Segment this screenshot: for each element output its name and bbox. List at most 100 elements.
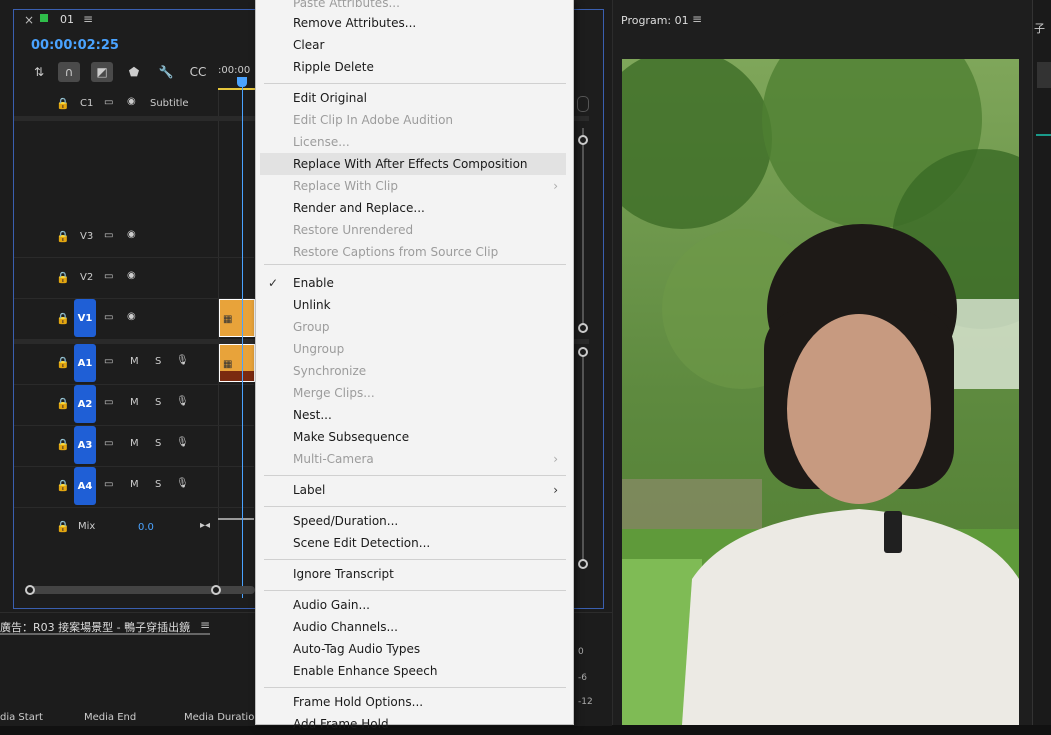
subtitle-scrollbar[interactable] xyxy=(577,96,589,112)
menu-item-ripple-delete[interactable]: Ripple Delete xyxy=(260,56,566,78)
captions-icon[interactable]: CC xyxy=(187,62,209,82)
microphone-icon[interactable]: 🎙 xyxy=(176,478,189,489)
menu-item-make-subsequence[interactable]: Make Subsequence xyxy=(260,426,566,448)
scroll-handle-top[interactable] xyxy=(578,347,588,357)
playhead-line[interactable] xyxy=(242,78,243,598)
menu-item-replace-with-after-effects-composition[interactable]: Replace With After Effects Composition xyxy=(260,153,566,175)
menu-item-auto-tag-audio-types[interactable]: Auto-Tag Audio Types xyxy=(260,638,566,660)
sequence-tab-name[interactable]: 01 xyxy=(60,13,74,26)
video-vertical-scrollbar[interactable] xyxy=(582,128,584,333)
solo-button[interactable]: S xyxy=(155,438,161,449)
menu-item-merge-clips[interactable]: Merge Clips... xyxy=(260,382,566,404)
lock-icon[interactable]: 🔒 xyxy=(56,479,70,492)
eye-icon[interactable]: ◉ xyxy=(127,311,136,322)
sync-lock-icon[interactable]: ▭ xyxy=(104,271,113,282)
sync-lock-icon[interactable]: ▭ xyxy=(104,312,113,323)
lock-icon[interactable]: 🔒 xyxy=(56,97,70,110)
column-header-media-end[interactable]: Media End xyxy=(84,712,136,723)
scroll-handle-top[interactable] xyxy=(578,135,588,145)
sync-lock-icon[interactable]: ▭ xyxy=(104,97,113,108)
track-target-a3[interactable]: A3 xyxy=(74,426,96,464)
column-header-media-duration[interactable]: Media Duration xyxy=(184,712,261,723)
eye-icon[interactable]: ◉ xyxy=(127,229,136,240)
audio-clip[interactable]: ▦ xyxy=(219,344,255,382)
audio-vertical-scrollbar[interactable] xyxy=(582,350,584,565)
menu-item-enable-enhance-speech[interactable]: Enable Enhance Speech xyxy=(260,660,566,682)
lock-icon[interactable]: 🔒 xyxy=(56,230,70,243)
menu-item-audio-channels[interactable]: Audio Channels... xyxy=(260,616,566,638)
menu-item-nest[interactable]: Nest... xyxy=(260,404,566,426)
insert-nest-icon[interactable]: ⇅ xyxy=(28,62,50,82)
right-panel-label[interactable]: 子 xyxy=(1034,20,1045,36)
zoom-handle-left[interactable] xyxy=(25,585,35,595)
work-area-bar[interactable] xyxy=(218,88,258,90)
panel-menu-icon[interactable]: ≡ xyxy=(83,12,93,26)
menu-item-synchronize[interactable]: Synchronize xyxy=(260,360,566,382)
close-tab-icon[interactable]: × xyxy=(24,13,34,27)
snap-icon[interactable]: ∩ xyxy=(58,62,80,82)
video-clip[interactable]: ▦ xyxy=(219,299,255,337)
add-marker-icon[interactable]: ⬟ xyxy=(123,62,145,82)
microphone-icon[interactable]: 🎙 xyxy=(176,437,189,448)
sync-lock-icon[interactable]: ▭ xyxy=(104,356,113,367)
mute-button[interactable]: M xyxy=(130,397,139,408)
menu-item-scene-edit-detection[interactable]: Scene Edit Detection... xyxy=(260,532,566,554)
go-to-end-icon[interactable]: ▸◂ xyxy=(200,520,210,531)
scroll-handle-bottom[interactable] xyxy=(578,323,588,333)
menu-item-ignore-transcript[interactable]: Ignore Transcript xyxy=(260,563,566,585)
solo-button[interactable]: S xyxy=(155,397,161,408)
mute-button[interactable]: M xyxy=(130,438,139,449)
track-target-a2[interactable]: A2 xyxy=(74,385,96,423)
panel-menu-icon[interactable]: ≡ xyxy=(200,618,210,632)
menu-item-edit-clip-in-adobe-audition[interactable]: Edit Clip In Adobe Audition xyxy=(260,109,566,131)
track-target-v1[interactable]: V1 xyxy=(74,299,96,337)
menu-item-speed-duration[interactable]: Speed/Duration... xyxy=(260,510,566,532)
eye-icon[interactable]: ◉ xyxy=(127,270,136,281)
menu-item-clear[interactable]: Clear xyxy=(260,34,566,56)
menu-item-restore-captions-from-source-clip[interactable]: Restore Captions from Source Clip xyxy=(260,241,566,263)
sync-lock-icon[interactable]: ▭ xyxy=(104,397,113,408)
lock-icon[interactable]: 🔒 xyxy=(56,312,70,325)
linked-selection-icon[interactable]: ◩ xyxy=(91,62,113,82)
solo-button[interactable]: S xyxy=(155,356,161,367)
column-header-media-start[interactable]: dia Start xyxy=(0,712,43,723)
microphone-icon[interactable]: 🎙 xyxy=(176,396,189,407)
menu-item-add-frame-hold[interactable]: Add Frame Hold xyxy=(260,713,566,735)
scroll-handle-bottom[interactable] xyxy=(578,559,588,569)
lock-icon[interactable]: 🔒 xyxy=(56,397,70,410)
menu-item-multi-camera[interactable]: Multi-Camera › xyxy=(260,448,566,470)
lock-icon[interactable]: 🔒 xyxy=(56,356,70,369)
right-panel-thumbnail[interactable] xyxy=(1037,62,1051,88)
menu-item-audio-gain[interactable]: Audio Gain... xyxy=(260,594,566,616)
mute-button[interactable]: M xyxy=(130,356,139,367)
playhead-handle[interactable] xyxy=(237,77,247,87)
menu-item-edit-original[interactable]: Edit Original xyxy=(260,87,566,109)
lock-icon[interactable]: 🔒 xyxy=(56,271,70,284)
program-video-frame[interactable] xyxy=(622,59,1019,725)
menu-item-ungroup[interactable]: Ungroup xyxy=(260,338,566,360)
menu-item-remove-attributes[interactable]: Remove Attributes... xyxy=(260,12,566,34)
program-monitor-title[interactable]: Program: 01 xyxy=(621,14,689,27)
menu-item-render-and-replace[interactable]: Render and Replace... xyxy=(260,197,566,219)
track-target-a4[interactable]: A4 xyxy=(74,467,96,505)
menu-item-restore-unrendered[interactable]: Restore Unrendered xyxy=(260,219,566,241)
eye-icon[interactable]: ◉ xyxy=(127,96,136,107)
lock-icon[interactable]: 🔒 xyxy=(56,520,70,533)
mix-value[interactable]: 0.0 xyxy=(138,522,154,533)
track-target-a1[interactable]: A1 xyxy=(74,344,96,382)
menu-item-license[interactable]: License... xyxy=(260,131,566,153)
menu-item-replace-with-clip[interactable]: Replace With Clip › xyxy=(260,175,566,197)
wrench-icon[interactable]: 🔧 xyxy=(155,62,177,82)
sync-lock-icon[interactable]: ▭ xyxy=(104,230,113,241)
horizontal-zoom-scrollbar[interactable] xyxy=(30,586,255,594)
zoom-handle-right[interactable] xyxy=(211,585,221,595)
menu-item-group[interactable]: Group xyxy=(260,316,566,338)
menu-item-unlink[interactable]: Unlink xyxy=(260,294,566,316)
menu-item-label[interactable]: Label › xyxy=(260,479,566,501)
microphone-icon[interactable]: 🎙 xyxy=(176,355,189,366)
menu-item-frame-hold-options[interactable]: Frame Hold Options... xyxy=(260,691,566,713)
timecode-display[interactable]: 00:00:02:25 xyxy=(31,38,119,53)
lock-icon[interactable]: 🔒 xyxy=(56,438,70,451)
mute-button[interactable]: M xyxy=(130,479,139,490)
panel-menu-icon[interactable]: ≡ xyxy=(692,12,702,26)
